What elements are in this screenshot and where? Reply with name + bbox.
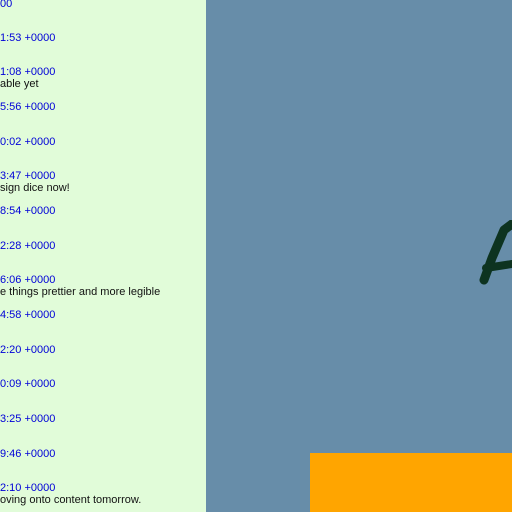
log-entry-timestamp[interactable]: 3:25 +0000 <box>0 413 206 425</box>
log-entry-timestamp[interactable]: 3:47 +0000 <box>0 170 206 182</box>
commit-log-panel: 00 1:53 +0000 1:08 +0000 able yet 5:56 +… <box>0 0 206 512</box>
player-glyph-icon <box>479 220 512 285</box>
log-entry-timestamp[interactable]: 1:08 +0000 <box>0 66 206 78</box>
log-entry-timestamp[interactable]: 6:06 +0000 <box>0 274 206 286</box>
log-entry-message: e things prettier and more legible <box>0 286 161 298</box>
orange-block <box>310 453 512 512</box>
log-entry: 5:56 +0000 <box>0 101 206 113</box>
log-entry: 3:25 +0000 <box>0 413 206 425</box>
log-entry: 4:58 +0000 <box>0 309 206 321</box>
game-canvas[interactable] <box>206 0 512 512</box>
log-entry-timestamp[interactable]: 2:28 +0000 <box>0 240 206 252</box>
log-entry-timestamp[interactable]: 8:54 +0000 <box>0 205 206 217</box>
log-entry: 2:20 +0000 <box>0 344 206 356</box>
log-entry: 3:47 +0000 sign dice now! <box>0 170 206 194</box>
log-entry: 2:28 +0000 <box>0 240 206 252</box>
log-entry-timestamp[interactable]: 2:20 +0000 <box>0 344 206 356</box>
log-entry-timestamp[interactable]: 9:46 +0000 <box>0 448 206 460</box>
log-entry-message: oving onto content tomorrow. <box>0 494 142 506</box>
log-entry-timestamp[interactable]: 4:58 +0000 <box>0 309 206 321</box>
log-entry: 00 <box>0 0 206 10</box>
log-entry-message: able yet <box>0 78 39 90</box>
log-entry-timestamp[interactable]: 2:10 +0000 <box>0 482 206 494</box>
log-entry: 9:46 +0000 <box>0 448 206 460</box>
log-entry: 6:06 +0000 e things prettier and more le… <box>0 274 206 298</box>
log-entry-timestamp[interactable]: 00 <box>0 0 206 10</box>
log-entry-timestamp[interactable]: 0:02 +0000 <box>0 136 206 148</box>
log-entry-timestamp[interactable]: 1:53 +0000 <box>0 32 206 44</box>
log-entry-timestamp[interactable]: 0:09 +0000 <box>0 378 206 390</box>
log-entry: 0:09 +0000 <box>0 378 206 390</box>
log-entry: 1:53 +0000 <box>0 32 206 44</box>
log-entry-timestamp[interactable]: 5:56 +0000 <box>0 101 206 113</box>
log-entry: 0:02 +0000 <box>0 136 206 148</box>
log-entry: 8:54 +0000 <box>0 205 206 217</box>
log-entry-message: sign dice now! <box>0 182 70 194</box>
log-entry: 2:10 +0000 oving onto content tomorrow. <box>0 482 206 506</box>
log-entry: 1:08 +0000 able yet <box>0 66 206 90</box>
